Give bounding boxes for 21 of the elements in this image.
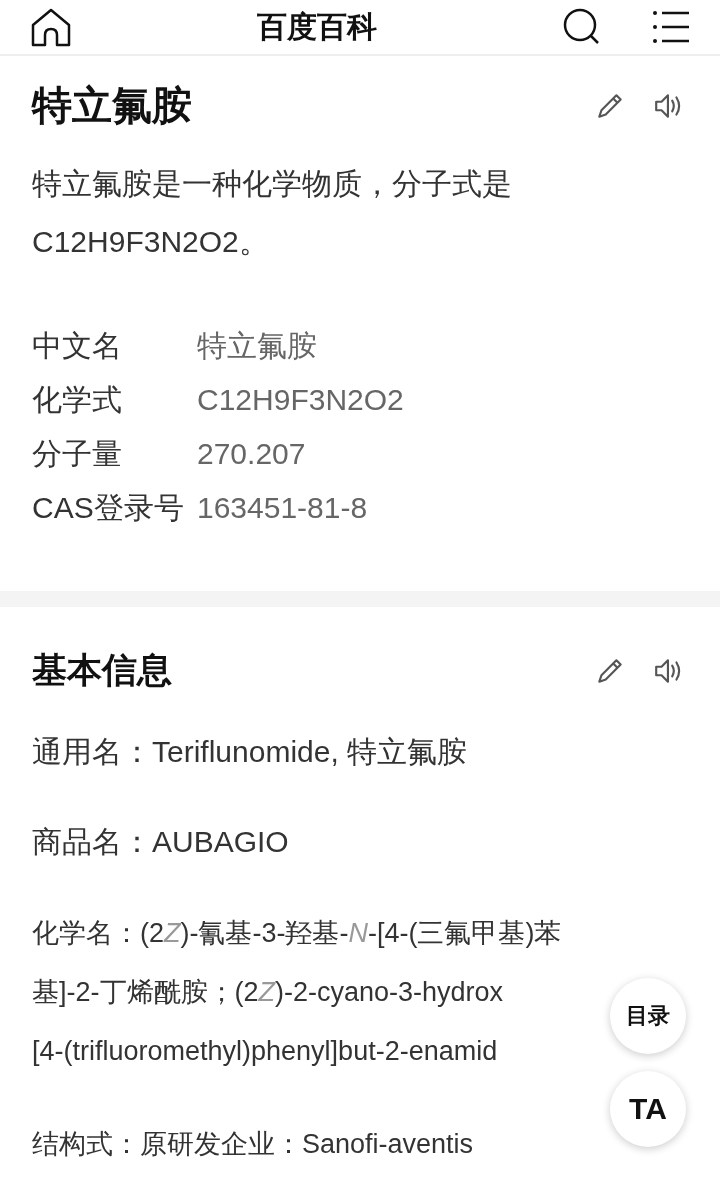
info-paragraph: 通用名：Teriflunomide, 特立氟胺 xyxy=(32,734,468,770)
fact-value: C12H9F3N2O2 xyxy=(197,382,404,418)
fact-label: 中文名 xyxy=(32,328,123,364)
fact-label: 分子量 xyxy=(32,436,123,472)
info-paragraph: 结构式：原研发企业：Sanofi-aventis xyxy=(32,1128,474,1161)
info-paragraph: [4-(trifluoromethyl)phenyl]but-2-enamid xyxy=(32,1035,498,1068)
contents-button[interactable]: 目录 xyxy=(610,978,686,1054)
home-icon[interactable] xyxy=(30,7,72,47)
ta-button[interactable]: TA xyxy=(610,1071,686,1147)
menu-icon[interactable] xyxy=(652,9,690,45)
fact-value: 特立氟胺 xyxy=(197,328,317,364)
fact-value: 270.207 xyxy=(197,436,306,472)
section-title: 基本信息 xyxy=(32,649,172,691)
site-title: 百度百科 xyxy=(257,8,377,45)
summary-text: 特立氟胺是一种化学物质，分子式是C12H9F3N2O2。 xyxy=(32,166,513,260)
fact-label: CAS登录号 xyxy=(32,490,185,526)
info-paragraph: 商品名：AUBAGIO xyxy=(32,824,289,860)
article-title: 特立氟胺 xyxy=(32,82,192,129)
info-paragraph: 化学名：(2Z)-氰基-3-羟基-N-[4-(三氟甲基)苯基]-2-丁烯酰胺；(2Z)-2-cyano-3-hydrox xyxy=(32,917,563,1009)
fact-value: 163451-81-8 xyxy=(197,490,368,526)
fact-label: 化学式 xyxy=(32,382,123,418)
